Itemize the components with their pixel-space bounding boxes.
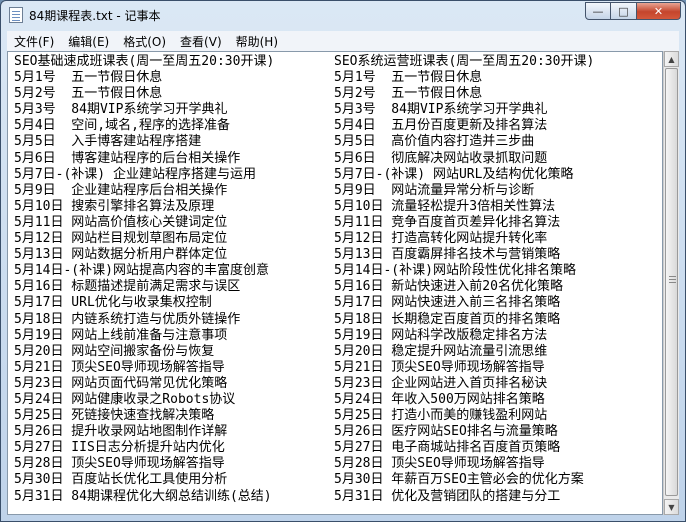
text-line: 5月31日 优化及营销团队的搭建与分工 [334, 488, 561, 504]
text-line: 5月13日 百度霸屏排名技术与营销策略 [334, 247, 561, 263]
text-line: 5月11日 网站高价值核心关键词定位 [14, 214, 228, 230]
text-line: 5月19日 网站上线前准备与注意事项 [14, 327, 228, 343]
text-line: 5月10日 搜索引擎排名算法及原理 [14, 198, 215, 214]
menu-view[interactable]: 查看(V) [173, 33, 229, 50]
window-controls: — □ ✕ [585, 2, 681, 21]
text-line: 5月16日 标题描述提前满足需求与误区 [14, 279, 241, 295]
text-line: 5月17日 网站快速进入前三名排名策略 [334, 295, 561, 311]
text-line: 5月23日 企业网站进入首页排名秘诀 [334, 375, 548, 391]
close-icon: ✕ [653, 4, 664, 18]
text-line: SEO系统运营班课表(周一至周五20:30开课) [334, 54, 595, 69]
text-line: 5月17日 URL优化与收录集权控制 [14, 295, 212, 311]
text-content: SEO基础速成班课表(周一至周五20:30开课) 5月1号 五一节假日休息 5月2号… [14, 54, 654, 505]
text-line: 5月2号 五一节假日休息 [334, 86, 483, 102]
text-line: 5月18日 长期稳定百度首页的排名策略 [334, 311, 561, 327]
scroll-up-button[interactable]: ▲ [664, 51, 679, 67]
text-line: SEO基础速成班课表(周一至周五20:30开课) [14, 54, 275, 69]
text-line: 5月9日 企业建站程序后台相关操作 [14, 182, 228, 198]
text-line: 5月4日 五月份百度更新及排名算法 [334, 118, 548, 134]
menu-edit[interactable]: 编辑(E) [61, 33, 116, 50]
scroll-down-button[interactable]: ▼ [664, 499, 679, 515]
text-line: 5月14日-(补课)网站提高内容的丰富度创意 [14, 263, 269, 279]
text-line: 5月10日 流量轻松提升3倍相关性算法 [334, 198, 556, 214]
text-line: 5月5日 高价值内容打造并三步曲 [334, 134, 535, 150]
text-line: 5月20日 网站空间搬家备份与恢复 [14, 343, 215, 359]
vertical-scrollbar[interactable]: ▲ ▼ [663, 51, 679, 515]
window-title: 84期课程表.txt - 记事本 [29, 9, 161, 23]
text-editor[interactable]: SEO基础速成班课表(周一至周五20:30开课) 5月1号 五一节假日休息 5月2号… [7, 51, 663, 515]
text-line: 5月19日 网站科学改版稳定排名方法 [334, 327, 548, 343]
text-line: 5月26日 医疗网站SEO排名与流量策略 [334, 424, 558, 440]
text-line: 5月25日 打造小而美的赚钱盈利网站 [334, 408, 548, 424]
title-bar[interactable]: 84期课程表.txt - 记事本 — □ ✕ [1, 1, 685, 31]
schedule-column-basic: SEO基础速成班课表(周一至周五20:30开课) 5月1号 五一节假日休息 5月2号… [14, 54, 334, 505]
maximize-button[interactable]: □ [611, 2, 637, 20]
menu-bar: 文件(F) 编辑(E) 格式(O) 查看(V) 帮助(H) [7, 31, 679, 51]
minimize-icon: — [592, 4, 604, 18]
text-line: 5月16日 新站快速进入前20名优化策略 [334, 279, 563, 295]
maximize-icon: □ [618, 4, 629, 18]
text-line: 5月6日 博客建站程序的后台相关操作 [14, 150, 241, 166]
close-button[interactable]: ✕ [637, 2, 681, 20]
text-line: 5月3号 84期VIP系统学习开学典礼 [334, 102, 548, 118]
scroll-thumb[interactable] [665, 68, 678, 496]
text-line: 5月11日 竞争百度首页差异化排名算法 [334, 214, 561, 230]
minimize-button[interactable]: — [585, 2, 611, 20]
arrow-up-icon: ▲ [668, 54, 675, 64]
menu-file[interactable]: 文件(F) [7, 33, 61, 50]
text-line: 5月14日-(补课)网站阶段性优化排名策略 [334, 263, 576, 279]
text-line: 5月13日 网站数据分析用户群体定位 [14, 247, 228, 263]
arrow-down-icon: ▼ [668, 502, 675, 512]
menu-help[interactable]: 帮助(H) [229, 33, 285, 50]
text-line: 5月21日 顶尖SEO导师现场解答指导 [14, 359, 225, 375]
text-line: 5月21日 顶尖SEO导师现场解答指导 [334, 359, 545, 375]
text-line: 5月27日 IIS日志分析提升站内优化 [14, 440, 225, 456]
text-line: 5月18日 内链系统打造与优质外链操作 [14, 311, 241, 327]
text-line: 5月28日 顶尖SEO导师现场解答指导 [14, 456, 225, 472]
schedule-column-system: SEO系统运营班课表(周一至周五20:30开课) 5月1号 五一节假日休息 5月2号… [334, 54, 654, 505]
text-line: 5月1号 五一节假日休息 [334, 70, 483, 86]
text-line: 5月7日-(补课) 网站URL及结构优化策略 [334, 166, 574, 182]
text-line: 5月20日 稳定提升网站流量引流思维 [334, 343, 548, 359]
text-line: 5月24日 网站健康收录之Robots协议 [14, 391, 236, 407]
text-line: 5月3号 84期VIP系统学习开学典礼 [14, 102, 228, 118]
text-line: 5月26日 提升收录网站地图制作详解 [14, 424, 228, 440]
text-line: 5月5日 入手博客建站程序搭建 [14, 134, 202, 150]
text-line: 5月12日 打造高转化网站提升转化率 [334, 231, 548, 247]
notepad-icon[interactable] [9, 7, 23, 23]
text-line: 5月4日 空间,域名,程序的选择准备 [14, 118, 230, 134]
text-line: 5月1号 五一节假日休息 [14, 70, 163, 86]
text-line: 5月28日 顶尖SEO导师现场解答指导 [334, 456, 545, 472]
notepad-window: 84期课程表.txt - 记事本 — □ ✕ 文件(F) 编辑(E) 格式(O)… [0, 0, 686, 522]
text-line: 5月9日 网站流量异常分析与诊断 [334, 182, 535, 198]
text-line: 5月25日 死链接快速查找解决策略 [14, 408, 215, 424]
menu-format[interactable]: 格式(O) [116, 33, 173, 50]
text-line: 5月24日 年收入500万网站排名策略 [334, 391, 545, 407]
grip-icon [669, 276, 676, 277]
text-line: 5月7日-(补课) 企业建站程序搭建与运用 [14, 166, 256, 182]
text-line: 5月27日 电子商城站排名百度首页策略 [334, 440, 561, 456]
text-line: 5月12日 网站栏目规划草图布局定位 [14, 231, 228, 247]
text-line: 5月30日 年薪百万SEO主管必会的优化方案 [334, 472, 584, 488]
text-line: 5月31日 84期课程优化大纲总结训练(总结) [14, 488, 272, 504]
text-line: 5月30日 百度站长优化工具使用分析 [14, 472, 228, 488]
text-line: 5月6日 彻底解决网站收录抓取问题 [334, 150, 548, 166]
text-line: 5月23日 网站页面代码常见优化策略 [14, 375, 228, 391]
text-line: 5月2号 五一节假日休息 [14, 86, 163, 102]
